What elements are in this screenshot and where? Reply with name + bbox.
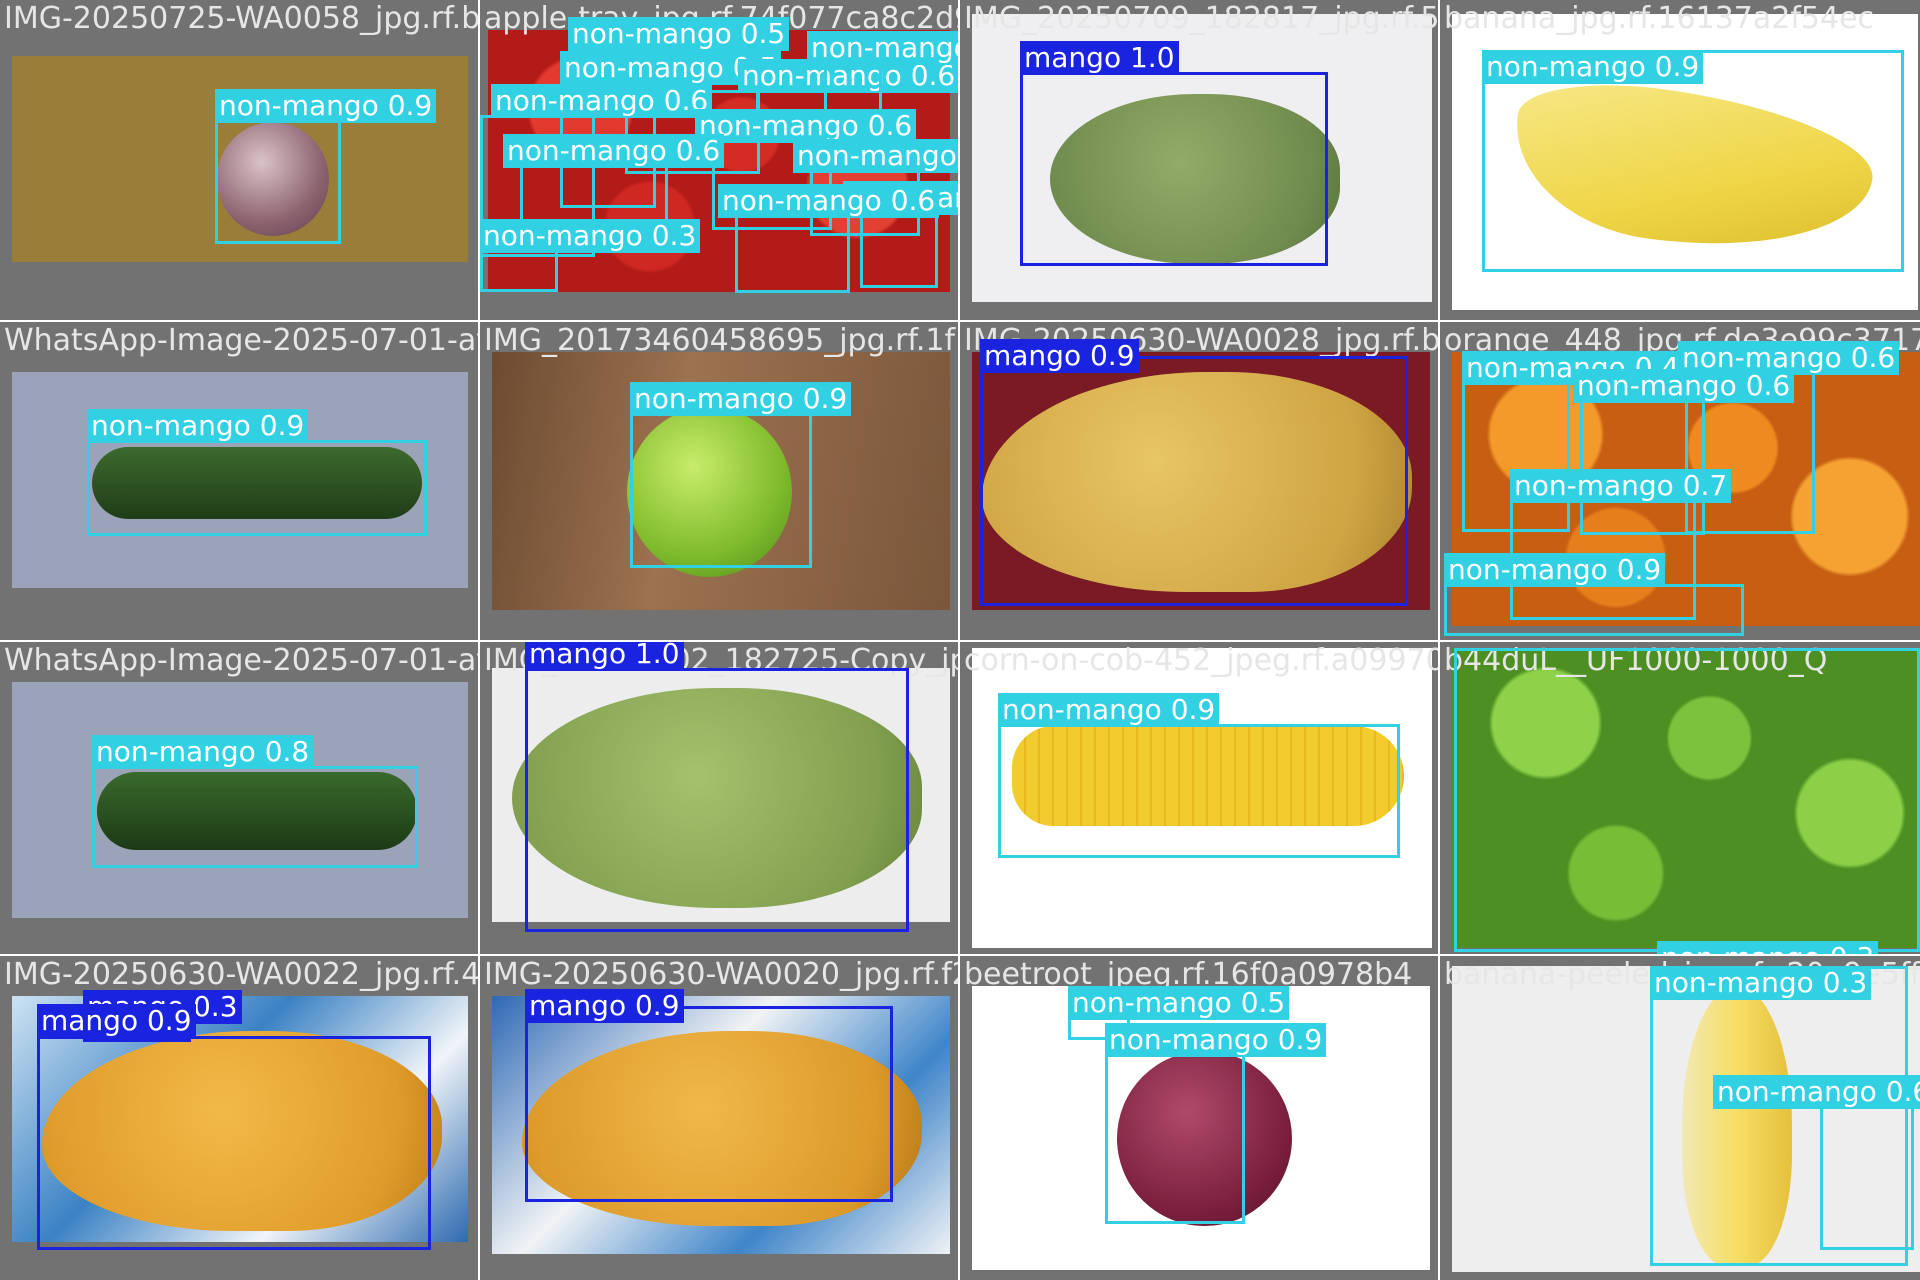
detection-box: non-mango 0.9 — [998, 693, 1400, 858]
detection-label: non-mango 0.9 — [215, 89, 437, 123]
detection-box: non-mango 0.9 — [1444, 553, 1744, 636]
detection-label: mango 1.0 — [525, 642, 684, 671]
detection-label: mango 0.9 — [37, 1004, 196, 1038]
detection-label: non-mango 0.5 — [568, 17, 790, 51]
filename-label: IMG-20250630-WA0022_jpg.rf.43f7 — [4, 957, 478, 992]
detection-label: non-mango 0.6 — [1573, 369, 1795, 403]
detection-box: non-mango 0.8 — [92, 735, 418, 868]
detection-box: mango 1.0 — [525, 642, 909, 932]
detection-label: non-mango 0.5 — [1068, 986, 1290, 1020]
tile: WhatsApp-Image-2025-07-01-at-15_58_20 no… — [0, 322, 478, 640]
filename-label: WhatsApp-Image-2025-07-01-at-15_58_20 — [4, 323, 478, 358]
filename-label: IMG_20250709_182817_jpg.rf.5c1da0f23 — [964, 1, 1438, 36]
detection-label: non-mango 0.6 — [1713, 1075, 1920, 1109]
detection-box: mango 1.0 — [1020, 41, 1328, 266]
detection-label: non-mango 0.9 — [998, 693, 1220, 727]
detection-box: non-mango 0.3 — [1454, 648, 1920, 954]
detection-label: mango 0.9 — [980, 339, 1139, 373]
detection-box: non-mango 0.3 — [480, 219, 701, 292]
detection-label: non-mango 0.9 — [1444, 553, 1666, 587]
detection-label: non-mango 0.6 — [695, 109, 917, 143]
tile: IMG-20250725-WA0058_jpg.rf.bbd0740c9773d… — [0, 0, 478, 320]
tile: IMG_20250702_182725-Copy_jpg.rf.0fcc5 ma… — [480, 642, 958, 954]
tile: IMG_20173460458695_jpg.rf.1f non-mango 0… — [480, 322, 958, 640]
detection-label: mango 1.0 — [1020, 41, 1179, 75]
filename-label: IMG_20173460458695_jpg.rf.1f — [484, 323, 956, 358]
detection-label: non-mango 0.3 — [480, 219, 701, 253]
tile: IMG-20250630-WA0022_jpg.rf.43f7 mango 0.… — [0, 956, 478, 1280]
detection-label: non-mango 0.9 — [1482, 50, 1704, 84]
detection-label: non-mango 0.6 — [718, 184, 940, 218]
detection-box: non-mango 0.9 — [87, 409, 427, 536]
detection-box: non-mango 0.9 — [1482, 50, 1904, 272]
detection-label: non-mango 0.9 — [1105, 1023, 1327, 1057]
detection-box: non-mango 0.6 — [1713, 1075, 1920, 1250]
tile: orange_448_jpg.rf.de3e99c37172 non-mango… — [1440, 322, 1920, 640]
filename-label: banana_jpg.rf.16137a2f54ec — [1444, 1, 1875, 36]
detection-box: non-mango 0.9 — [630, 382, 852, 568]
detection-label: non-mango 0.6 — [491, 84, 713, 118]
detection-box: non-mango 0.9 — [1105, 1023, 1327, 1224]
filename-label: WhatsApp-Image-2025-07-01-at-15_58_21 — [4, 643, 478, 678]
detection-label: non-mango 0.7 — [807, 31, 958, 65]
detection-box: mango 0.9 — [525, 989, 893, 1202]
detection-box: non-mango 0.4 — [843, 181, 958, 288]
detection-label: non-mango 0.8 — [92, 735, 314, 769]
tile: banana-peeled_jpg.rf.c20a9e5ffet-eat-hea… — [1440, 956, 1920, 1280]
tile: beetroot_jpeg.rf.16f0a0978b4 non-mango 0… — [960, 956, 1438, 1280]
detection-label: non-mango 0.9 — [87, 409, 309, 443]
tile: WhatsApp-Image-2025-07-01-at-15_58_21 no… — [0, 642, 478, 954]
tile: IMG-20250630-WA0020_jpg.rf.f24e mango 0.… — [480, 956, 958, 1280]
tile: b44duL__UF1000-1000_Q non-mango 0.3 — [1440, 642, 1920, 954]
filename-label: IMG-20250630-WA0020_jpg.rf.f24e — [484, 957, 958, 992]
tile: IMG-20250630-WA0028_jpg.rf.b3d1fd8943f m… — [960, 322, 1438, 640]
tile: corn-on-cob-452_jpeg.rf.a099706c75dd non… — [960, 642, 1438, 954]
detection-label: non-mango 0.6 — [793, 139, 958, 173]
detection-label: non-mango 0.3 — [1650, 966, 1872, 1000]
detection-mosaic: IMG-20250725-WA0058_jpg.rf.bbd0740c9773d… — [0, 0, 1920, 1280]
detection-label: non-mango 0.3 — [1657, 941, 1879, 954]
detection-box: non-mango 0.9 — [215, 89, 437, 244]
filename-label: IMG-20250725-WA0058_jpg.rf.bbd0740c9773d… — [4, 1, 478, 36]
detection-label: non-mango 0.7 — [1510, 469, 1732, 503]
tile: apple-tray_jpg.rf.74f077ca8c2d9e3a non-m… — [480, 0, 958, 320]
detection-label: non-mango 0.6 — [503, 134, 725, 168]
detection-box: mango 0.9 — [980, 339, 1408, 606]
detection-label: mango 0.9 — [525, 989, 684, 1023]
tile: IMG_20250709_182817_jpg.rf.5c1da0f23 man… — [960, 0, 1438, 320]
detection-label: non-mango 0.9 — [630, 382, 852, 416]
detection-box: non-mango 0.6 — [718, 184, 940, 293]
filename-label: corn-on-cob-452_jpeg.rf.a099706c75dd — [964, 643, 1438, 678]
tile: banana_jpg.rf.16137a2f54ec non-mango 0.9 — [1440, 0, 1920, 320]
detection-box: mango 0.9 — [37, 1004, 431, 1250]
